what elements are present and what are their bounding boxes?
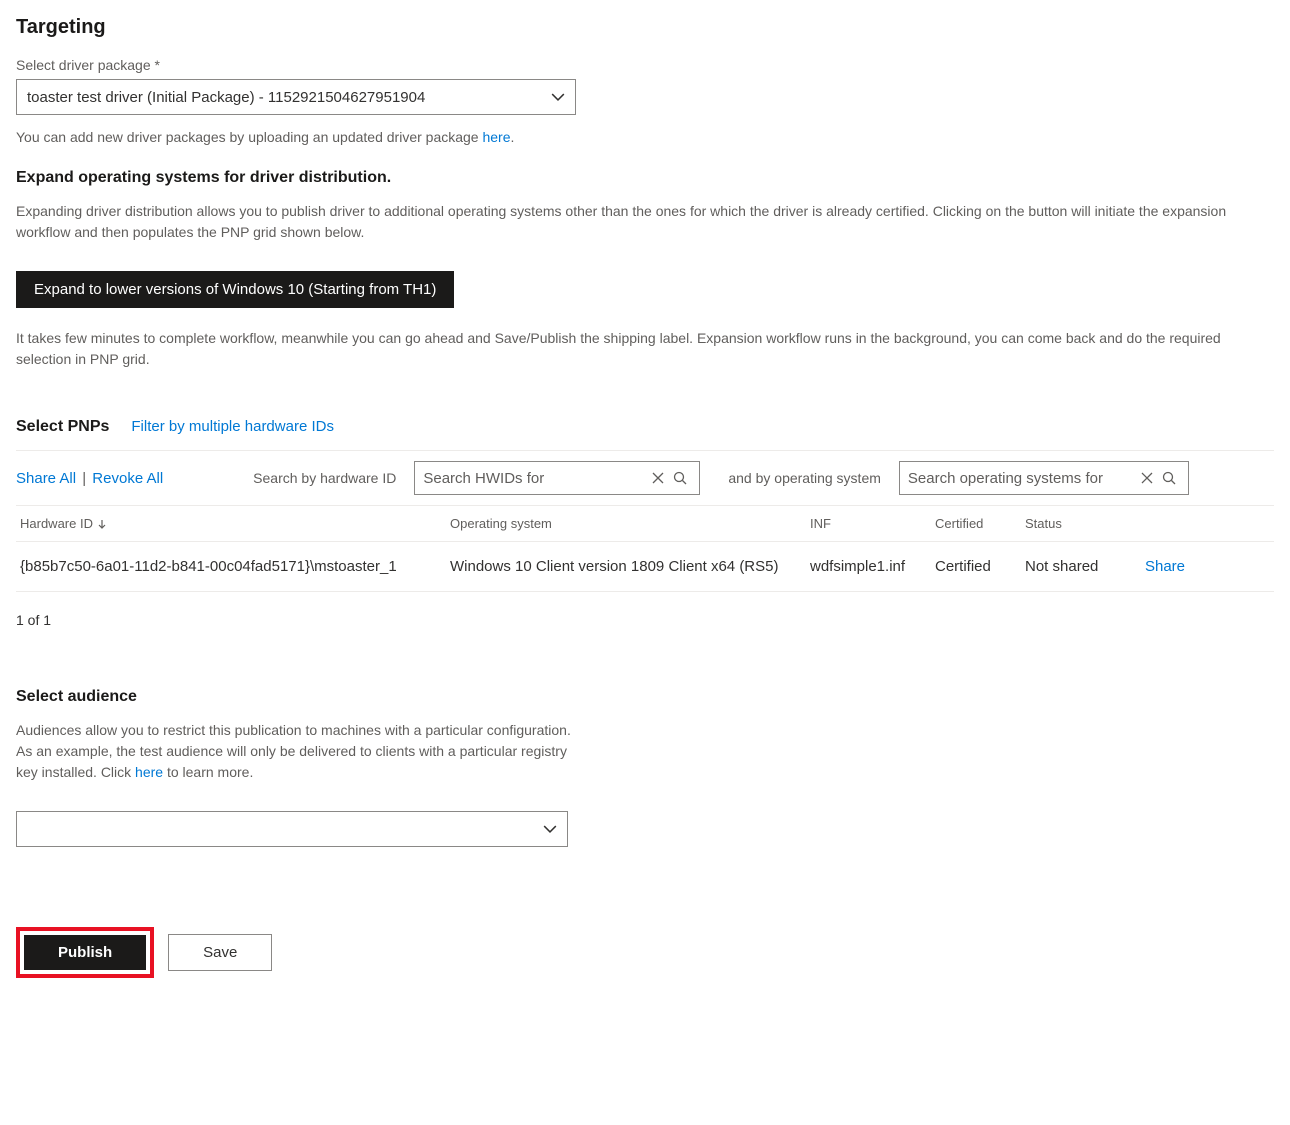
expand-title: Expand operating systems for driver dist… [16, 169, 1274, 187]
col-inf[interactable]: INF [810, 516, 935, 531]
cell-hw: {b85b7c50-6a01-11d2-b841-00c04fad5171}\m… [20, 558, 450, 575]
search-icon[interactable] [669, 469, 691, 487]
expand-note: It takes few minutes to complete workflo… [16, 328, 1266, 370]
table-row: {b85b7c50-6a01-11d2-b841-00c04fad5171}\m… [16, 542, 1274, 592]
table-header: Hardware ID Operating system INF Certifi… [16, 506, 1274, 542]
audience-dropdown[interactable] [16, 811, 568, 847]
expand-desc: Expanding driver distribution allows you… [16, 201, 1266, 243]
audience-title: Select audience [16, 688, 1274, 706]
publish-highlight: Publish [16, 927, 154, 978]
upload-hint: You can add new driver packages by uploa… [16, 129, 1274, 145]
search-hwid-input[interactable] [423, 470, 647, 487]
sort-down-icon [97, 519, 107, 529]
select-driver-label: Select driver package * [16, 57, 1274, 73]
col-status[interactable]: Status [1025, 516, 1125, 531]
share-all-link[interactable]: Share All [16, 470, 76, 487]
action-row: Publish Save [16, 927, 1274, 978]
driver-package-dropdown[interactable]: toaster test driver (Initial Package) - … [16, 79, 576, 115]
share-row-link[interactable]: Share [1125, 558, 1185, 575]
pagination: 1 of 1 [16, 612, 1274, 628]
search-os-input[interactable] [908, 470, 1136, 487]
cell-os: Windows 10 Client version 1809 Client x6… [450, 558, 810, 575]
filter-hwids-link[interactable]: Filter by multiple hardware IDs [131, 418, 334, 435]
revoke-all-link[interactable]: Revoke All [92, 470, 163, 487]
cell-cert: Certified [935, 558, 1025, 575]
save-button[interactable]: Save [168, 934, 272, 971]
targeting-title: Targeting [16, 16, 1274, 39]
audience-desc: Audiences allow you to restrict this pub… [16, 720, 576, 783]
search-os-box[interactable] [899, 461, 1189, 495]
audience-here-link[interactable]: here [135, 764, 163, 780]
upload-here-link[interactable]: here [482, 129, 510, 145]
pnp-table: Hardware ID Operating system INF Certifi… [16, 506, 1274, 592]
driver-package-value: toaster test driver (Initial Package) - … [27, 89, 425, 106]
pnp-toolbar: Share All | Revoke All Search by hardwar… [16, 450, 1274, 506]
divider: | [82, 470, 86, 487]
col-os[interactable]: Operating system [450, 516, 810, 531]
publish-button[interactable]: Publish [24, 935, 146, 970]
search-hw-label: Search by hardware ID [253, 470, 396, 486]
clear-icon[interactable] [647, 469, 669, 487]
col-certified[interactable]: Certified [935, 516, 1025, 531]
cell-status: Not shared [1025, 558, 1125, 575]
cell-inf: wdfsimple1.inf [810, 558, 935, 575]
clear-icon[interactable] [1136, 469, 1158, 487]
and-os-label: and by operating system [728, 470, 881, 486]
select-pnps-title: Select PNPs [16, 418, 109, 436]
search-hwid-box[interactable] [414, 461, 700, 495]
search-icon[interactable] [1158, 469, 1180, 487]
chevron-down-icon [551, 90, 565, 104]
chevron-down-icon [543, 822, 557, 836]
col-hardware-id[interactable]: Hardware ID [20, 516, 450, 531]
expand-button[interactable]: Expand to lower versions of Windows 10 (… [16, 271, 454, 308]
